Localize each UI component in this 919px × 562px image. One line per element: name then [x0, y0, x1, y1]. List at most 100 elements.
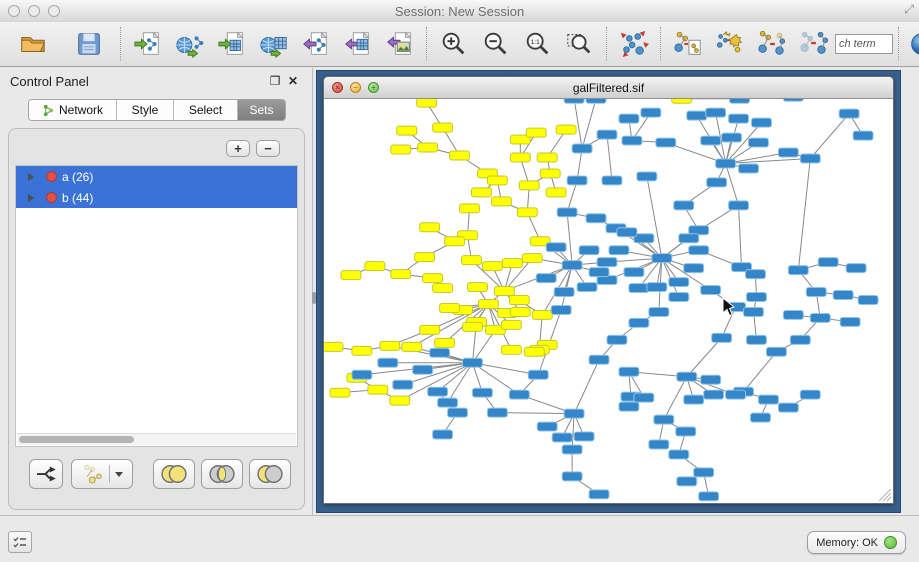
graph-node[interactable] — [679, 234, 699, 243]
graph-node[interactable] — [537, 422, 557, 431]
scrollbar-thumb[interactable] — [19, 436, 134, 443]
graph-node[interactable] — [415, 253, 435, 262]
graph-node[interactable] — [624, 268, 644, 277]
graph-node[interactable] — [677, 372, 697, 381]
zoom-window-button[interactable] — [48, 5, 60, 17]
graph-node[interactable] — [654, 415, 674, 424]
graph-node[interactable] — [839, 109, 859, 118]
graph-node[interactable] — [669, 278, 689, 287]
fullscreen-icon[interactable]: ⤢ — [904, 2, 914, 17]
graph-node[interactable] — [423, 274, 443, 283]
graph-node[interactable] — [438, 398, 458, 407]
graph-node[interactable] — [586, 99, 606, 103]
graph-node[interactable] — [368, 385, 388, 394]
graph-node[interactable] — [352, 346, 372, 355]
graph-node[interactable] — [783, 99, 803, 101]
intersection-button[interactable] — [201, 459, 243, 489]
graph-node[interactable] — [324, 342, 343, 351]
expand-triangle-icon[interactable] — [28, 173, 34, 181]
tab-sets[interactable]: Sets — [238, 100, 285, 120]
graph-node[interactable] — [567, 176, 587, 185]
graph-node[interactable] — [522, 254, 542, 263]
graph-node[interactable] — [352, 370, 372, 379]
graph-node[interactable] — [810, 313, 830, 322]
graph-node[interactable] — [472, 388, 492, 397]
graph-node[interactable] — [487, 408, 507, 417]
select-first-neighbors-button[interactable] — [751, 25, 793, 63]
graph-node[interactable] — [674, 201, 694, 210]
graph-node[interactable] — [450, 151, 470, 160]
graph-node[interactable] — [806, 288, 826, 297]
graph-node[interactable] — [420, 223, 440, 232]
show-hidden-button[interactable] — [793, 25, 835, 63]
graph-node[interactable] — [471, 188, 491, 197]
graph-node[interactable] — [391, 270, 411, 279]
minimize-network-button[interactable]: − — [350, 82, 361, 93]
graph-node[interactable] — [853, 131, 873, 140]
graph-node[interactable] — [747, 335, 767, 344]
horizontal-scrollbar[interactable] — [17, 433, 296, 445]
graph-node[interactable] — [586, 214, 606, 223]
graph-node[interactable] — [330, 388, 350, 397]
graph-node[interactable] — [577, 283, 597, 292]
graph-node[interactable] — [689, 246, 709, 255]
graph-node[interactable] — [448, 408, 468, 417]
graph-node[interactable] — [467, 283, 487, 292]
graph-node[interactable] — [739, 164, 759, 173]
graph-node[interactable] — [597, 258, 617, 267]
export-table-button[interactable] — [337, 25, 379, 63]
add-set-button[interactable]: + — [226, 140, 250, 157]
graph-node[interactable] — [517, 208, 537, 217]
graph-node[interactable] — [597, 130, 617, 139]
import-network-file-button[interactable] — [127, 25, 169, 63]
graph-node[interactable] — [433, 430, 453, 439]
graph-node[interactable] — [840, 317, 860, 326]
graph-node[interactable] — [463, 322, 483, 331]
graph-node[interactable] — [562, 261, 582, 270]
apply-layout-button[interactable] — [613, 25, 655, 63]
difference-button[interactable] — [249, 459, 291, 489]
graph-node[interactable] — [510, 153, 530, 162]
graph-node[interactable] — [758, 395, 778, 404]
graph-node[interactable] — [552, 433, 572, 442]
graph-node[interactable] — [463, 358, 483, 367]
graph-node[interactable] — [619, 402, 639, 411]
tab-style[interactable]: Style — [117, 100, 174, 120]
import-table-file-button[interactable] — [211, 25, 253, 63]
graph-node[interactable] — [579, 246, 599, 255]
graph-node[interactable] — [800, 154, 820, 163]
float-panel-button[interactable]: ❐ — [266, 74, 284, 88]
search-input[interactable]: ch term — [835, 34, 893, 54]
graph-node[interactable] — [669, 293, 689, 302]
graph-node[interactable] — [430, 348, 450, 357]
graph-node[interactable] — [418, 143, 438, 152]
graph-node[interactable] — [546, 188, 566, 197]
graph-node[interactable] — [554, 288, 574, 297]
zoom-out-button[interactable] — [475, 25, 517, 63]
zoom-fit-button[interactable]: 1:1 — [517, 25, 559, 63]
create-set-from-network-split-button[interactable] — [71, 459, 133, 489]
graph-node[interactable] — [482, 262, 502, 271]
graph-node[interactable] — [445, 237, 465, 246]
graph-node[interactable] — [649, 440, 669, 449]
graph-node[interactable] — [589, 490, 609, 499]
graph-node[interactable] — [783, 310, 803, 319]
graph-node[interactable] — [397, 126, 417, 135]
graph-node[interactable] — [622, 136, 642, 145]
graph-node[interactable] — [617, 228, 637, 237]
graph-node[interactable] — [551, 305, 571, 314]
graph-node[interactable] — [619, 114, 639, 123]
close-panel-button[interactable]: ✕ — [284, 74, 302, 88]
graph-node[interactable] — [652, 254, 672, 263]
graph-node[interactable] — [433, 284, 453, 293]
graph-node[interactable] — [641, 108, 661, 117]
tab-network[interactable]: Network — [29, 100, 117, 120]
network-canvas[interactable] — [324, 99, 893, 503]
help-button[interactable]: ? — [905, 25, 919, 63]
graph-node[interactable] — [390, 396, 410, 405]
graph-node[interactable] — [634, 393, 654, 402]
set-row-b[interactable]: b (44) — [16, 187, 297, 208]
graph-node[interactable] — [380, 341, 400, 350]
graph-node[interactable] — [684, 264, 704, 273]
graph-node[interactable] — [629, 284, 649, 293]
